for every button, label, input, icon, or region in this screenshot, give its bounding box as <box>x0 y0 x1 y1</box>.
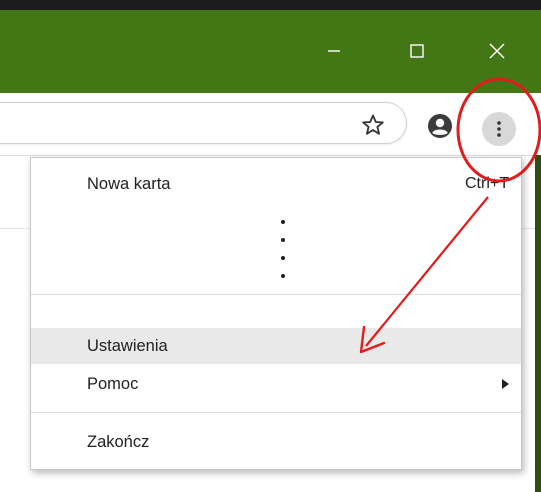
submenu-arrow-icon <box>502 379 509 389</box>
bookmark-star-button[interactable] <box>360 112 386 138</box>
chrome-menu-button[interactable] <box>482 112 516 146</box>
menu-item-label: Nowa karta <box>87 174 171 193</box>
menu-item-label: Ustawienia <box>87 336 168 355</box>
menu-item-exit[interactable]: Zakończ <box>31 424 521 460</box>
minimize-button[interactable] <box>319 36 349 66</box>
menu-separator <box>31 294 521 295</box>
menu-item-new-tab[interactable]: Nowa karta Ctrl+T <box>31 166 521 202</box>
menu-item-label: Zakończ <box>87 432 150 451</box>
browser-toolbar <box>0 93 541 156</box>
vertical-dots-icon <box>497 121 501 137</box>
menu-item-help[interactable]: Pomoc <box>31 366 521 402</box>
chrome-main-menu: Nowa karta Ctrl+T Ustawienia Pomoc Zakoń… <box>30 157 522 470</box>
profile-button[interactable] <box>426 112 454 140</box>
menu-item-settings[interactable]: Ustawienia <box>31 328 521 364</box>
menu-separator <box>31 412 521 413</box>
address-bar[interactable] <box>0 102 407 144</box>
maximize-button[interactable] <box>402 36 432 66</box>
close-button[interactable] <box>482 36 512 66</box>
account-icon <box>428 114 452 138</box>
star-icon <box>362 114 384 135</box>
minimize-icon <box>328 50 340 52</box>
top-edge <box>0 0 541 10</box>
window-edge <box>535 155 541 492</box>
browser-titlebar <box>0 10 541 93</box>
maximize-icon <box>410 44 424 58</box>
close-icon <box>489 43 505 59</box>
menu-item-shortcut: Ctrl+T <box>465 175 509 192</box>
vertical-ellipsis-icon <box>279 220 287 282</box>
menu-item-label: Pomoc <box>87 374 139 393</box>
